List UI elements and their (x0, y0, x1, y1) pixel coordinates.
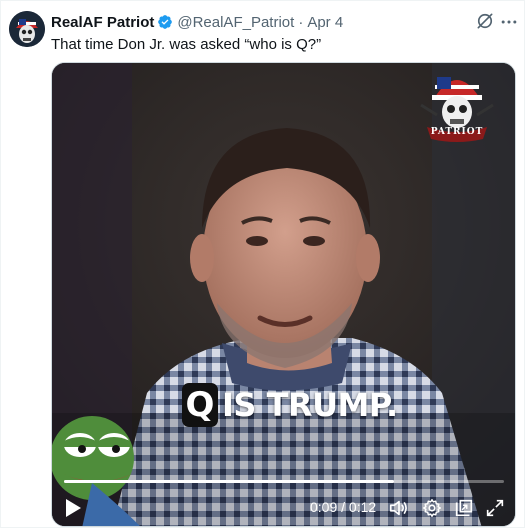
avatar-image (9, 11, 45, 47)
avatar[interactable] (9, 11, 45, 47)
volume-icon[interactable] (388, 497, 410, 519)
tweet-card[interactable]: RealAF Patriot @RealAF_Patriot · Apr 4 T… (0, 0, 525, 528)
author-name[interactable]: RealAF Patriot (51, 14, 154, 31)
progress-bar[interactable] (64, 480, 504, 483)
caption-q-box: Q (182, 383, 218, 427)
more-icon[interactable] (499, 12, 519, 32)
watermark-label: PATRIOT (430, 127, 484, 137)
video-controls: 0:09 / 0:12 (52, 495, 515, 521)
grok-icon[interactable] (475, 11, 495, 31)
verified-badge-icon (158, 15, 173, 29)
tweet-header: RealAF Patriot @RealAF_Patriot · Apr 4 (51, 12, 343, 32)
popout-icon[interactable] (453, 497, 475, 519)
progress-fill (64, 480, 394, 483)
time-display: 0:09 / 0:12 (310, 499, 377, 515)
fullscreen-icon[interactable] (484, 497, 506, 519)
separator-dot: · (298, 13, 304, 31)
video-caption: Q IS TRUMP. (182, 381, 398, 429)
patriot-watermark: PATRIOT (417, 67, 497, 145)
author-handle[interactable]: @RealAF_Patriot (177, 14, 294, 31)
video-player[interactable]: PATRIOT Q IS TRUMP. 0:09 / 0:12 (51, 62, 516, 527)
caption-text: IS TRUMP. (222, 386, 398, 424)
post-date[interactable]: Apr 4 (307, 14, 343, 31)
tweet-text: That time Don Jr. was asked “who is Q?” (51, 36, 322, 53)
play-icon[interactable] (64, 498, 82, 518)
gear-icon[interactable] (421, 497, 443, 519)
